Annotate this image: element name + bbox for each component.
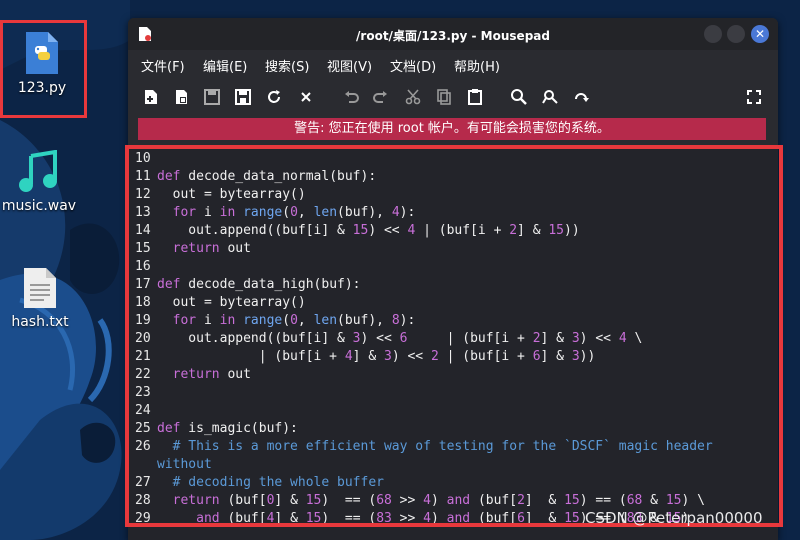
menu-edit[interactable]: 编辑(E) (203, 56, 247, 75)
maximize-button[interactable] (727, 25, 745, 43)
copy-icon[interactable] (434, 87, 454, 107)
goto-icon[interactable] (571, 87, 591, 107)
editor-highlight-box (125, 145, 783, 527)
find-replace-icon[interactable] (540, 87, 560, 107)
undo-icon[interactable] (341, 87, 361, 107)
close-doc-icon[interactable] (296, 87, 316, 107)
fullscreen-icon[interactable] (744, 87, 764, 107)
toolbar (128, 82, 778, 112)
menu-help[interactable]: 帮助(H) (454, 56, 500, 75)
desktop-icon-hashtxt[interactable]: hash.txt (0, 266, 85, 330)
desktop-icon-label: music.wav (1, 198, 77, 214)
paste-icon[interactable] (465, 87, 485, 107)
desktop-icon-musicwav[interactable]: music.wav (0, 150, 84, 214)
window-title: /root/桌面/123.py - Mousepad (356, 29, 550, 43)
music-file-icon (19, 150, 57, 192)
new-window-icon[interactable] (171, 87, 191, 107)
root-warning-banner: 警告: 您正在使用 root 帐户。有可能会损害您的系统。 (138, 118, 766, 140)
menu-bar: 文件(F) 编辑(E) 搜索(S) 视图(V) 文档(D) 帮助(H) (128, 50, 778, 78)
menu-document[interactable]: 文档(D) (390, 56, 436, 75)
save-icon[interactable] (202, 87, 222, 107)
menu-view[interactable]: 视图(V) (327, 56, 372, 75)
watermark: CSDN @Peterpan00000 (585, 509, 763, 527)
menu-file[interactable]: 文件(F) (141, 56, 185, 75)
cut-icon[interactable] (403, 87, 423, 107)
menu-search[interactable]: 搜索(S) (265, 56, 309, 75)
save-as-icon[interactable] (233, 87, 253, 107)
new-document-icon[interactable] (141, 87, 161, 107)
reload-icon[interactable] (264, 87, 284, 107)
selected-icon-highlight (0, 20, 87, 118)
find-icon[interactable] (509, 87, 529, 107)
minimize-button[interactable] (704, 25, 722, 43)
title-bar[interactable]: /root/桌面/123.py - Mousepad ✕ (128, 18, 778, 50)
redo-icon[interactable] (371, 87, 391, 107)
desktop-icon-label: hash.txt (11, 314, 69, 330)
text-file-icon (24, 268, 56, 308)
close-button[interactable]: ✕ (751, 25, 769, 43)
